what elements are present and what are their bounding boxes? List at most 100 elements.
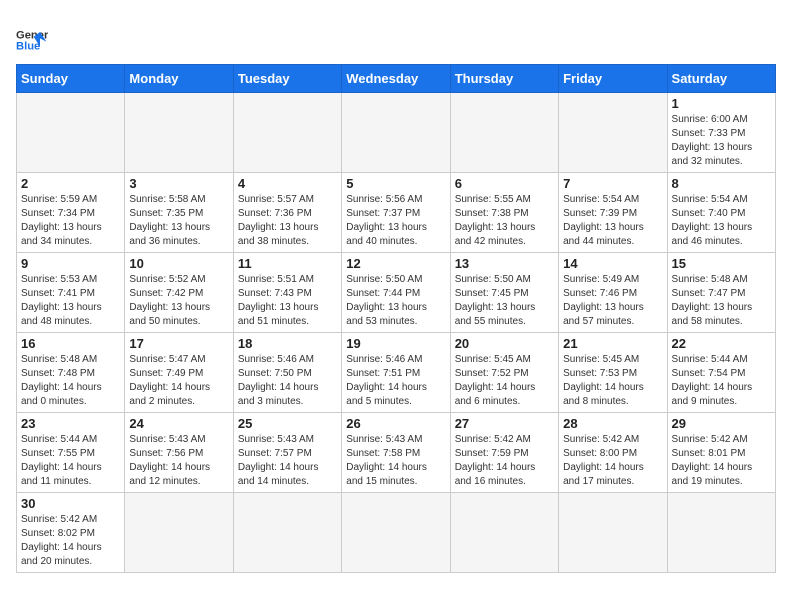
day-info: Sunrise: 5:57 AMSunset: 7:36 PMDaylight:… <box>238 193 337 249</box>
day-number: 10 <box>129 256 228 271</box>
calendar-cell: 24 Sunrise: 5:43 AMSunset: 7:56 PMDayligh… <box>125 413 233 493</box>
day-header-friday: Friday <box>559 65 667 93</box>
day-number: 27 <box>455 416 554 431</box>
day-number: 3 <box>129 176 228 191</box>
calendar-cell <box>17 93 125 173</box>
day-info: Sunrise: 5:50 AMSunset: 7:44 PMDaylight:… <box>346 273 445 329</box>
day-number: 21 <box>563 336 662 351</box>
week-row-1: 1Sunrise: 6:00 AMSunset: 7:33 PMDaylight… <box>17 93 776 173</box>
day-info: Sunrise: 5:42 AMSunset: 7:59 PMDaylight:… <box>455 433 554 489</box>
calendar-cell: 27 Sunrise: 5:42 AMSunset: 7:59 PMDayligh… <box>450 413 558 493</box>
calendar-cell: 9 Sunrise: 5:53 AMSunset: 7:41 PMDaylight… <box>17 253 125 333</box>
day-info: Sunrise: 5:43 AMSunset: 7:56 PMDaylight:… <box>129 433 228 489</box>
calendar-cell <box>342 493 450 573</box>
calendar-cell: 8 Sunrise: 5:54 AMSunset: 7:40 PMDaylight… <box>667 173 775 253</box>
calendar-cell <box>559 93 667 173</box>
day-number: 25 <box>238 416 337 431</box>
svg-text:Blue: Blue <box>16 41 40 53</box>
week-row-3: 9 Sunrise: 5:53 AMSunset: 7:41 PMDaylight… <box>17 253 776 333</box>
calendar-cell: 6 Sunrise: 5:55 AMSunset: 7:38 PMDaylight… <box>450 173 558 253</box>
day-header-wednesday: Wednesday <box>342 65 450 93</box>
calendar-cell <box>233 93 341 173</box>
calendar-cell: 14Sunrise: 5:49 AMSunset: 7:46 PMDayligh… <box>559 253 667 333</box>
day-info: Sunrise: 5:54 AMSunset: 7:40 PMDaylight:… <box>672 193 771 249</box>
day-number: 13 <box>455 256 554 271</box>
day-info: Sunrise: 5:50 AMSunset: 7:45 PMDaylight:… <box>455 273 554 329</box>
calendar-cell <box>125 93 233 173</box>
day-info: Sunrise: 5:49 AMSunset: 7:46 PMDaylight:… <box>563 273 662 329</box>
day-number: 23 <box>21 416 120 431</box>
day-info: Sunrise: 5:54 AMSunset: 7:39 PMDaylight:… <box>563 193 662 249</box>
calendar-cell: 11Sunrise: 5:51 AMSunset: 7:43 PMDayligh… <box>233 253 341 333</box>
day-info: Sunrise: 5:42 AMSunset: 8:00 PMDaylight:… <box>563 433 662 489</box>
day-header-monday: Monday <box>125 65 233 93</box>
day-number: 9 <box>21 256 120 271</box>
day-number: 20 <box>455 336 554 351</box>
day-number: 5 <box>346 176 445 191</box>
calendar-cell: 4 Sunrise: 5:57 AMSunset: 7:36 PMDaylight… <box>233 173 341 253</box>
day-number: 1 <box>672 96 771 111</box>
calendar-cell: 2Sunrise: 5:59 AMSunset: 7:34 PMDaylight… <box>17 173 125 253</box>
day-info: Sunrise: 5:42 AMSunset: 8:02 PMDaylight:… <box>21 513 120 569</box>
day-info: Sunrise: 5:44 AMSunset: 7:54 PMDaylight:… <box>672 353 771 409</box>
day-number: 7 <box>563 176 662 191</box>
day-info: Sunrise: 5:46 AMSunset: 7:51 PMDaylight:… <box>346 353 445 409</box>
day-number: 17 <box>129 336 228 351</box>
day-number: 8 <box>672 176 771 191</box>
calendar-cell: 1Sunrise: 6:00 AMSunset: 7:33 PMDaylight… <box>667 93 775 173</box>
calendar-cell <box>450 493 558 573</box>
calendar-cell: 16Sunrise: 5:48 AMSunset: 7:48 PMDayligh… <box>17 333 125 413</box>
day-info: Sunrise: 5:51 AMSunset: 7:43 PMDaylight:… <box>238 273 337 329</box>
calendar-cell: 26 Sunrise: 5:43 AMSunset: 7:58 PMDayligh… <box>342 413 450 493</box>
calendar-cell: 7 Sunrise: 5:54 AMSunset: 7:39 PMDaylight… <box>559 173 667 253</box>
day-number: 29 <box>672 416 771 431</box>
day-info: Sunrise: 5:53 AMSunset: 7:41 PMDaylight:… <box>21 273 120 329</box>
calendar-cell: 5 Sunrise: 5:56 AMSunset: 7:37 PMDaylight… <box>342 173 450 253</box>
calendar-cell: 10 Sunrise: 5:52 AMSunset: 7:42 PMDayligh… <box>125 253 233 333</box>
day-number: 22 <box>672 336 771 351</box>
day-info: Sunrise: 5:43 AMSunset: 7:57 PMDaylight:… <box>238 433 337 489</box>
header: General Blue <box>16 16 776 56</box>
logo: General Blue <box>16 24 48 56</box>
calendar: SundayMondayTuesdayWednesdayThursdayFrid… <box>16 64 776 573</box>
day-number: 28 <box>563 416 662 431</box>
day-headers: SundayMondayTuesdayWednesdayThursdayFrid… <box>17 65 776 93</box>
calendar-cell: 3 Sunrise: 5:58 AMSunset: 7:35 PMDaylight… <box>125 173 233 253</box>
week-row-6: 30Sunrise: 5:42 AMSunset: 8:02 PMDayligh… <box>17 493 776 573</box>
day-number: 6 <box>455 176 554 191</box>
calendar-cell: 12Sunrise: 5:50 AMSunset: 7:44 PMDayligh… <box>342 253 450 333</box>
calendar-cell: 28 Sunrise: 5:42 AMSunset: 8:00 PMDayligh… <box>559 413 667 493</box>
day-number: 24 <box>129 416 228 431</box>
day-info: Sunrise: 5:48 AMSunset: 7:48 PMDaylight:… <box>21 353 120 409</box>
calendar-cell <box>233 493 341 573</box>
day-info: Sunrise: 5:48 AMSunset: 7:47 PMDaylight:… <box>672 273 771 329</box>
day-info: Sunrise: 5:52 AMSunset: 7:42 PMDaylight:… <box>129 273 228 329</box>
calendar-cell: 30Sunrise: 5:42 AMSunset: 8:02 PMDayligh… <box>17 493 125 573</box>
calendar-cell: 29Sunrise: 5:42 AMSunset: 8:01 PMDayligh… <box>667 413 775 493</box>
day-info: Sunrise: 5:43 AMSunset: 7:58 PMDaylight:… <box>346 433 445 489</box>
day-number: 4 <box>238 176 337 191</box>
day-number: 19 <box>346 336 445 351</box>
week-row-4: 16Sunrise: 5:48 AMSunset: 7:48 PMDayligh… <box>17 333 776 413</box>
day-info: Sunrise: 5:56 AMSunset: 7:37 PMDaylight:… <box>346 193 445 249</box>
week-row-2: 2Sunrise: 5:59 AMSunset: 7:34 PMDaylight… <box>17 173 776 253</box>
day-info: Sunrise: 5:58 AMSunset: 7:35 PMDaylight:… <box>129 193 228 249</box>
calendar-cell: 19 Sunrise: 5:46 AMSunset: 7:51 PMDayligh… <box>342 333 450 413</box>
calendar-cell <box>342 93 450 173</box>
calendar-cell <box>450 93 558 173</box>
day-number: 2 <box>21 176 120 191</box>
day-info: Sunrise: 5:55 AMSunset: 7:38 PMDaylight:… <box>455 193 554 249</box>
day-header-tuesday: Tuesday <box>233 65 341 93</box>
day-number: 26 <box>346 416 445 431</box>
day-info: Sunrise: 5:46 AMSunset: 7:50 PMDaylight:… <box>238 353 337 409</box>
calendar-cell: 25 Sunrise: 5:43 AMSunset: 7:57 PMDayligh… <box>233 413 341 493</box>
calendar-cell: 17Sunrise: 5:47 AMSunset: 7:49 PMDayligh… <box>125 333 233 413</box>
week-row-5: 23Sunrise: 5:44 AMSunset: 7:55 PMDayligh… <box>17 413 776 493</box>
day-number: 18 <box>238 336 337 351</box>
calendar-cell: 23Sunrise: 5:44 AMSunset: 7:55 PMDayligh… <box>17 413 125 493</box>
calendar-cell <box>559 493 667 573</box>
calendar-cell: 20Sunrise: 5:45 AMSunset: 7:52 PMDayligh… <box>450 333 558 413</box>
day-number: 15 <box>672 256 771 271</box>
day-header-saturday: Saturday <box>667 65 775 93</box>
calendar-cell: 15 Sunrise: 5:48 AMSunset: 7:47 PMDayligh… <box>667 253 775 333</box>
